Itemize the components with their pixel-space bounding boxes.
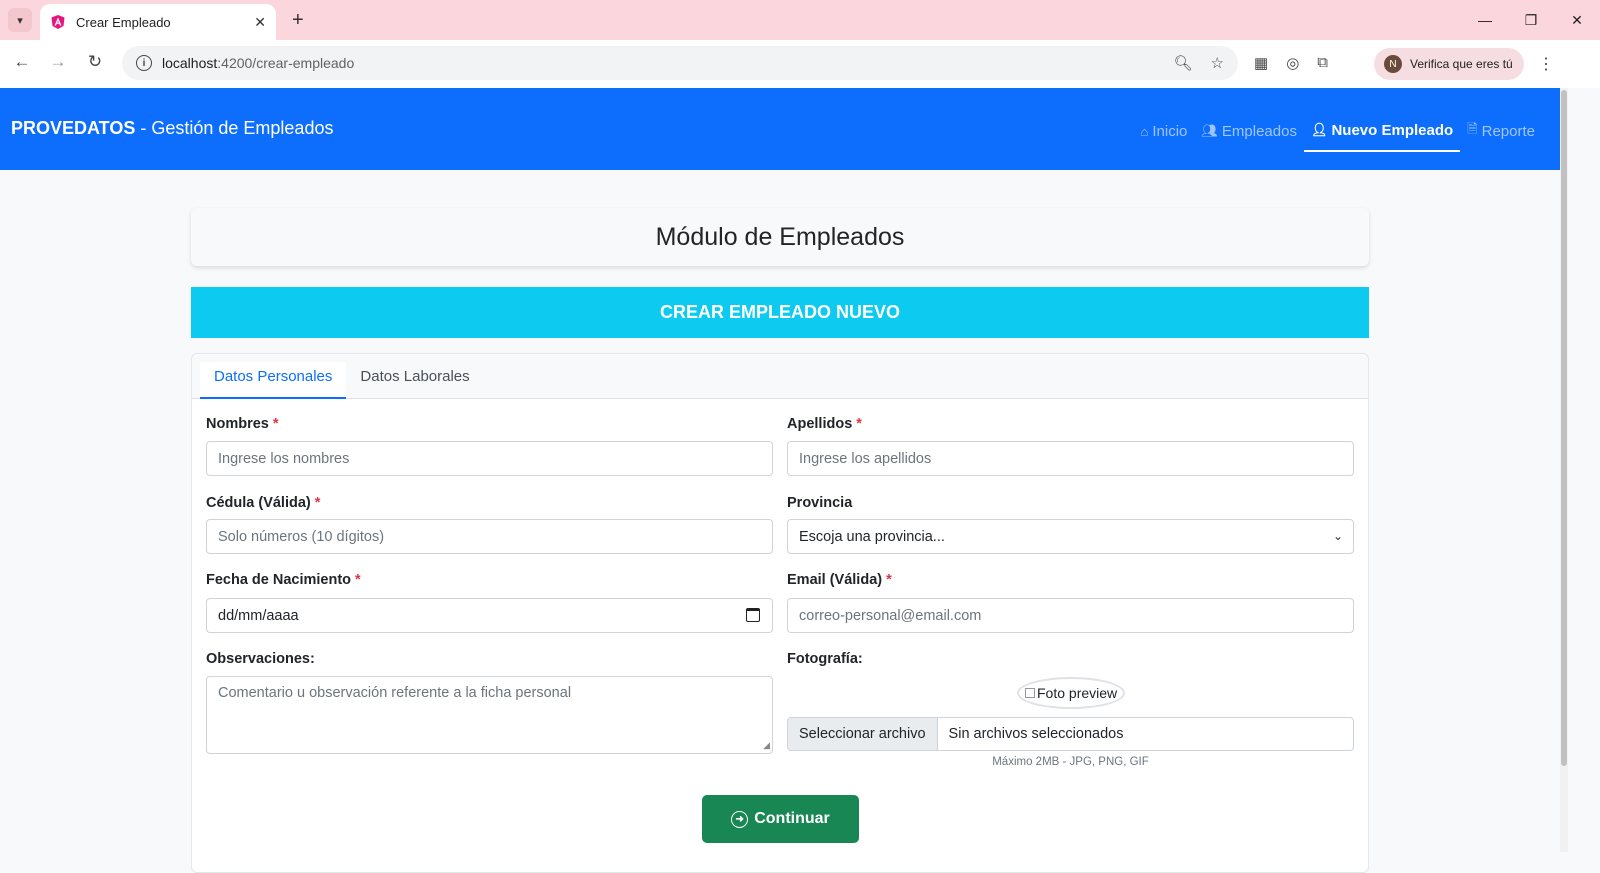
fotografia-label: Fotografía: — [787, 651, 863, 667]
nombres-label-text: Nombres — [206, 416, 269, 432]
fecha-nacimiento-input[interactable]: dd/mm/aaaa — [206, 598, 773, 633]
people-icon: 👥︎ — [1201, 123, 1218, 138]
provincia-selected: Escoja una provincia... — [799, 528, 945, 545]
banner-title: CREAR EMPLEADO NUEVO — [659, 302, 901, 322]
angular-favicon-icon — [51, 15, 65, 29]
arrow-right-circle-icon: ➜ — [731, 810, 749, 828]
create-banner: CREAR EMPLEADO NUEVO — [191, 287, 1369, 338]
url-text: localhost:4200/crear-empleado — [162, 55, 1238, 71]
photo-preview-alt: Foto preview — [1037, 685, 1118, 701]
brand[interactable]: PROVEDATOS - Gestión de Empleados — [11, 118, 333, 139]
fecha-label: Fecha de Nacimiento * — [206, 572, 361, 588]
nav-links: ⌂ Inicio 👥︎ Empleados 👤︎ Nuevo Empleado 🗎 Re… — [1134, 116, 1543, 152]
home-icon: ⌂ — [1140, 123, 1149, 139]
nav-link-label: Reporte — [1481, 122, 1535, 140]
extensions-puzzle-icon[interactable]: ⧉ — [1317, 54, 1328, 72]
tab-datos-laborales[interactable]: Datos Laborales — [346, 362, 483, 399]
required-mark: * — [856, 416, 862, 432]
profile-label: Verifica que eres tú — [1410, 57, 1513, 71]
browser-tabbar: ▾ Crear Empleado ✕ + — ❐ ✕ — [0, 0, 1600, 40]
url-host: localhost — [162, 55, 218, 71]
site-info-icon[interactable]: i — [136, 55, 152, 71]
brand-subtitle: - Gestión de Empleados — [135, 118, 334, 138]
bookmark-star-icon[interactable]: ☆ — [1211, 54, 1224, 72]
back-icon[interactable]: ← — [10, 52, 34, 72]
page-scrollbar[interactable] — [1560, 88, 1568, 852]
page-title: Módulo de Empleados — [655, 222, 905, 251]
minimize-icon[interactable]: — — [1462, 0, 1508, 40]
required-mark: * — [314, 495, 321, 511]
resize-grip-icon[interactable]: ◢ — [763, 740, 770, 751]
window-close-icon[interactable]: ✕ — [1554, 0, 1600, 40]
nav-link-nuevo-empleado[interactable]: 👤︎ Nuevo Empleado — [1303, 116, 1461, 152]
nav-link-label: Inicio — [1152, 122, 1188, 140]
app-navbar: PROVEDATOS - Gestión de Empleados ⌂ Inici… — [0, 88, 1560, 170]
continue-button[interactable]: ➜ Continuar — [702, 795, 859, 843]
chevron-down-icon: ⌄ — [1332, 529, 1343, 543]
cedula-label: Cédula (Válida) * — [206, 495, 320, 511]
fecha-value: dd/mm/aaaa — [218, 607, 299, 624]
email-input[interactable]: correo-personal@email.com — [787, 598, 1354, 633]
required-mark: * — [272, 416, 279, 432]
avatar: N — [1384, 55, 1402, 73]
photo-file-input[interactable]: Seleccionar archivo Sin archivos selecci… — [787, 717, 1354, 751]
select-file-button[interactable]: Seleccionar archivo — [788, 718, 938, 750]
email-label-text: Email (Válida) — [787, 572, 883, 588]
nombres-label: Nombres * — [206, 416, 279, 432]
brand-name: PROVEDATOS — [11, 118, 136, 138]
cedula-label-text: Cédula (Válida) — [206, 495, 311, 511]
module-header: Módulo de Empleados — [191, 208, 1369, 266]
observaciones-placeholder: Comentario u observación referente a la … — [218, 685, 572, 701]
nav-link-label: Empleados — [1221, 122, 1297, 140]
broken-image-icon — [1025, 688, 1035, 698]
url-path: :4200/crear-empleado — [217, 55, 355, 71]
continue-label: Continuar — [754, 810, 830, 827]
address-bar: ← → ↻ i localhost:4200/crear-empleado 🔍︎… — [0, 40, 1600, 88]
extension-dev-icon[interactable]: ◎ — [1286, 54, 1299, 72]
email-label: Email (Válida) * — [787, 572, 892, 588]
photo-preview: Foto preview — [1017, 677, 1125, 709]
reload-icon[interactable]: ↻ — [83, 52, 107, 72]
tab-title: Crear Empleado — [76, 14, 171, 30]
forward-icon[interactable]: → — [46, 52, 70, 72]
restore-icon[interactable]: ❐ — [1508, 0, 1554, 40]
provincia-label: Provincia — [787, 495, 853, 511]
nav-link-empleados[interactable]: 👥︎ Empleados — [1194, 116, 1304, 152]
fecha-label-text: Fecha de Nacimiento — [206, 572, 352, 588]
window-controls: — ❐ ✕ — [1462, 0, 1600, 40]
zoom-icon[interactable]: 🔍︎ — [1174, 54, 1193, 72]
profile-button[interactable]: N Verifica que eres tú — [1374, 48, 1524, 80]
card-header: Datos Personales Datos Laborales — [192, 354, 1368, 399]
cedula-input[interactable]: Solo números (10 dígitos) — [206, 519, 773, 554]
tab-search-chevron-icon[interactable]: ▾ — [8, 8, 32, 32]
required-mark: * — [886, 572, 892, 588]
provincia-select[interactable]: Escoja una provincia... ⌄ — [787, 519, 1354, 554]
nombres-input[interactable]: Ingrese los nombres — [206, 441, 773, 476]
person-add-icon: 👤︎ — [1310, 122, 1328, 137]
tab-datos-personales[interactable]: Datos Personales — [200, 362, 347, 399]
form-tabs: Datos Personales Datos Laborales — [200, 362, 484, 399]
apellidos-input[interactable]: Ingrese los apellidos — [787, 441, 1354, 476]
scrollbar-thumb[interactable] — [1561, 90, 1567, 766]
observaciones-label: Observaciones: — [206, 651, 315, 667]
tab-close-icon[interactable]: ✕ — [254, 14, 266, 31]
url-field[interactable]: i localhost:4200/crear-empleado 🔍︎ ☆ — [122, 46, 1238, 80]
browser-menu-icon[interactable]: ⋮ — [1538, 54, 1554, 74]
nav-link-label: Nuevo Empleado — [1331, 121, 1454, 139]
apellidos-label: Apellidos * — [787, 416, 862, 432]
required-mark: * — [355, 572, 361, 588]
file-icon: 🗎 — [1467, 121, 1478, 136]
file-help-text: Máximo 2MB - JPG, PNG, GIF — [992, 756, 1149, 768]
file-status: Sin archivos seleccionados — [948, 726, 1124, 742]
apellidos-label-text: Apellidos — [787, 416, 853, 432]
observaciones-textarea[interactable]: Comentario u observación referente a la … — [206, 676, 773, 754]
nav-link-inicio[interactable]: ⌂ Inicio — [1134, 116, 1195, 152]
browser-tab[interactable]: Crear Empleado ✕ — [40, 4, 276, 40]
calendar-icon[interactable] — [746, 608, 760, 622]
qr-code-icon[interactable]: ▦ — [1254, 54, 1268, 72]
nav-link-reporte[interactable]: 🗎 Reporte — [1460, 116, 1542, 152]
new-tab-icon[interactable]: + — [292, 8, 304, 32]
